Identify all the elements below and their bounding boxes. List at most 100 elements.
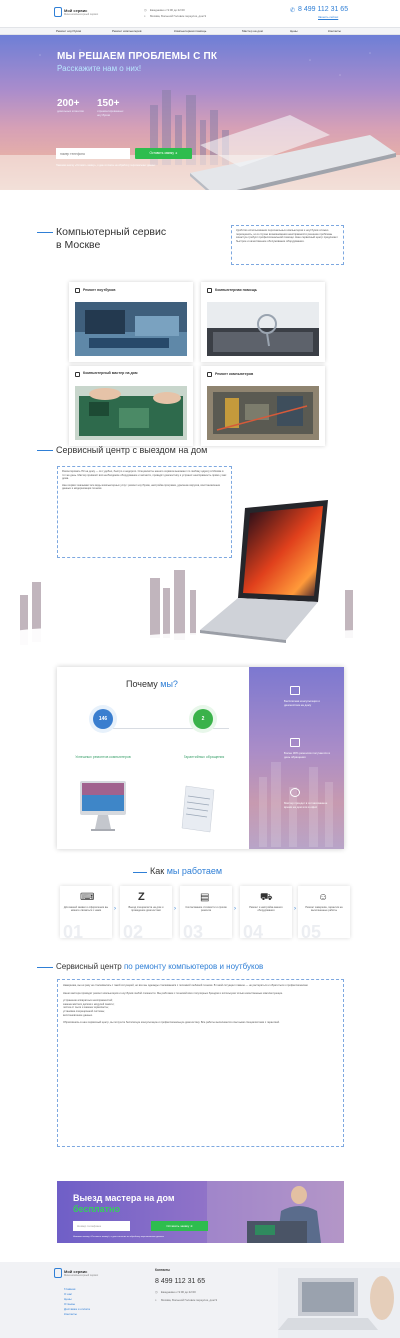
step-number: 05 — [301, 922, 322, 942]
warranty-count-label: Гарантийных обращения — [183, 755, 225, 759]
footer-link-home[interactable]: Главная — [64, 1287, 75, 1291]
arrow-right-icon: ➜ — [174, 151, 178, 155]
footer-link-prices[interactable]: Цены — [64, 1297, 72, 1301]
footer-laptop-photo — [278, 1268, 400, 1338]
how-title-accent: мы работаем — [166, 866, 223, 876]
document-icon: ▤ — [200, 892, 210, 903]
card-title: Ремонт ноутбуков — [83, 288, 116, 292]
laptop-icon: ⌨ — [80, 892, 95, 903]
footer-address: Москва, Большой Головин переулок, дом 9 — [161, 1298, 217, 1302]
repairs-count-circle: 146 — [93, 709, 113, 729]
nav-item-prices[interactable]: Цены — [290, 29, 298, 33]
master-home-photo — [75, 386, 187, 440]
banner-submit-button[interactable]: Оставить заявку ➜ — [151, 1221, 208, 1231]
delivery-car-icon: ⛟ — [260, 892, 273, 903]
step-number: 04 — [243, 922, 264, 942]
step-text: Для вашей заявки и оформлении вы можете … — [63, 906, 109, 913]
benefit-item: Мастер приедет в согласованное время на … — [284, 801, 328, 809]
step-number: 01 — [63, 922, 84, 942]
service-title-city: в Москве — [56, 239, 101, 251]
nav-item-contacts[interactable]: Контакты — [328, 29, 341, 33]
card-title: Компьютерная помощь — [215, 288, 257, 292]
step-text: Согласование стоимости и сроков ремонта — [185, 906, 227, 913]
arrow-right-icon: › — [174, 906, 176, 912]
service-card-computer-help[interactable]: Компьютерная помощь — [201, 282, 325, 362]
footer-link-delivery[interactable]: Доставка и оплата — [64, 1307, 90, 1311]
computer-help-photo — [207, 302, 319, 356]
stat-clients-number: 200+ — [57, 98, 80, 109]
wrench-icon — [75, 372, 80, 377]
footer-logo-icon[interactable] — [54, 1268, 62, 1278]
hero-submit-button[interactable]: Оставить заявку ➜ — [135, 148, 192, 159]
warranty-count-circle: 2 — [193, 709, 213, 729]
phone-icon: ✆ — [290, 8, 296, 14]
step-card-1: 01 ⌨ Для вашей заявки и оформлении вы мо… — [60, 886, 112, 942]
clock-icon: ◷ — [144, 8, 147, 12]
stat-clients-label: довольных клиентов — [57, 109, 84, 113]
section-divider — [37, 232, 53, 233]
hero-subtitle: Расскажите нам о них! — [57, 64, 142, 73]
nav-item-master-home[interactable]: Мастер на дом — [242, 29, 263, 33]
monitor-icon — [207, 288, 212, 293]
pc-repair-photo — [207, 386, 319, 440]
service-card-pc-repair[interactable]: Ремонт компьютеров — [201, 366, 325, 446]
laptop-icon — [75, 288, 80, 293]
repairs-count-label: Успешных ремонтов компьютеров — [75, 755, 131, 759]
nav-item-pc-repair[interactable]: Ремонт компьютеров — [112, 29, 142, 33]
card-title: Компьютерный мастер на дом — [83, 371, 138, 375]
header-phone[interactable]: 8 499 112 31 65 — [298, 6, 348, 13]
hero-title: МЫ РЕШАЕМ ПРОБЛЕМЫ С ПК — [57, 51, 218, 62]
section-divider — [133, 872, 147, 873]
step-card-5: 05 ☺ Ремонт завершён, гарантия на выполн… — [298, 886, 350, 942]
center-title: Сервисный центр с выездом на дом — [56, 445, 208, 455]
how-title-part: Как — [150, 866, 167, 876]
repair-title: Сервисный центр по ремонту компьютеров и… — [56, 962, 263, 971]
warranty-document-icon — [181, 785, 215, 833]
person-icon: ☺ — [318, 892, 329, 903]
why-title-part: Почему — [126, 679, 161, 689]
banner-consent-note: Нажимая кнопку «Оставить заявку», я даю … — [73, 1236, 164, 1238]
step-card-2: 02 Z Выезд специалиста на дом и проведен… — [120, 886, 172, 942]
step-number: 03 — [183, 922, 204, 942]
why-us-title: Почему мы? — [126, 679, 178, 689]
banner-submit-label: Оставить заявку — [166, 1224, 190, 1228]
service-info-box: Удобство использования персональных комп… — [231, 225, 344, 265]
card-title: Ремонт компьютеров — [215, 372, 254, 376]
footer-hours: Ежедневно с 9:00 до 22:00 — [161, 1290, 196, 1294]
working-hours: Ежедневно с 9:00 до 22:00 — [150, 8, 185, 12]
footer-contacts-label: Контакты — [155, 1268, 171, 1272]
service-card-laptop-repair[interactable]: Ремонт ноутбуков — [69, 282, 193, 362]
step-card-3: 03 ▤ Согласование стоимости и сроков рем… — [180, 886, 232, 942]
hero-phone-input[interactable] — [56, 148, 130, 159]
footer-link-contacts[interactable]: Контакты — [64, 1312, 77, 1316]
step-text: Ремонт и настройка вашего оборудования — [249, 906, 283, 913]
imac-illustration — [80, 781, 126, 831]
banner-phone-input[interactable]: Номер телефона — [73, 1221, 130, 1231]
clock-icon — [290, 788, 300, 797]
footer-phone[interactable]: 8 499 112 31 65 — [155, 1278, 205, 1285]
service-card-master-home[interactable]: Компьютерный мастер на дом — [69, 366, 193, 446]
header-address: Москва, Большой Головин переулок, дом 9 — [150, 14, 206, 18]
home-icon — [290, 686, 300, 695]
hero-submit-label: Оставить заявку — [149, 151, 174, 155]
nav-item-computer-help[interactable]: Компьютерная помощь — [174, 29, 206, 33]
logo-icon[interactable] — [54, 7, 62, 17]
repair-paragraph-1: Наверняка, вы ни разу не сталкивались с … — [63, 984, 309, 987]
clock-icon: ◷ — [155, 1290, 158, 1294]
arrow-right-icon: › — [114, 906, 116, 912]
repair-title-part: Сервисный центр — [56, 962, 124, 971]
repair-list: устранение аппаратных неисправностей; за… — [63, 999, 338, 1017]
repair-title-accent: по ремонту компьютеров и ноутбуков — [123, 962, 264, 971]
center-paragraph-1: Ремонтировать ПК на дому — это удобно, б… — [62, 470, 227, 481]
nav-item-laptop-repair[interactable]: Ремонт ноутбуков — [56, 29, 81, 33]
map-pin-icon: ⌖ — [155, 1298, 157, 1302]
step-number: 02 — [123, 922, 144, 942]
pc-icon — [207, 372, 212, 377]
logo-subtitle: Мини-компьютерный сервис — [64, 13, 99, 16]
footer-link-about[interactable]: О нас — [64, 1292, 72, 1296]
banner-subtitle: бесплатно — [73, 1204, 120, 1214]
footer-logo-subtitle: Мини-компьютерный сервис — [64, 1274, 99, 1277]
footer-link-reviews[interactable]: Отзывы — [64, 1302, 75, 1306]
callback-link[interactable]: Звонить сейчас — [318, 15, 338, 19]
benefit-item: Бесплатная консультация и диагностика на… — [284, 699, 320, 707]
